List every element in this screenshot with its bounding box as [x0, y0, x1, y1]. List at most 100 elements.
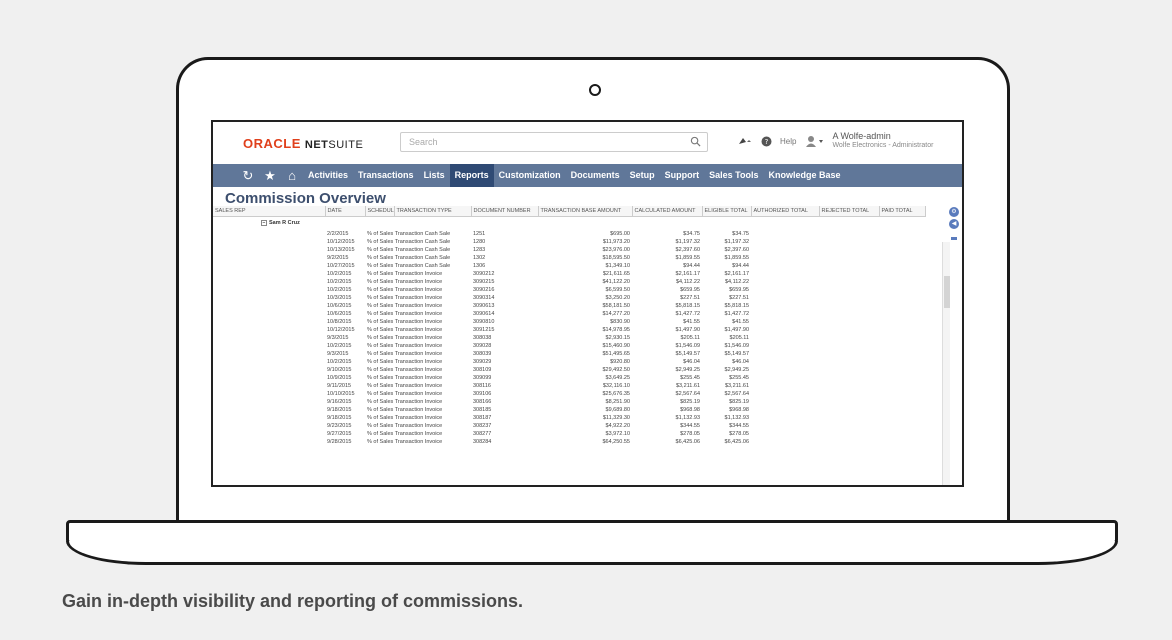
help-icon[interactable]: ? [761, 136, 772, 147]
home-icon[interactable]: ⌂ [281, 168, 303, 183]
table-row[interactable]: 10/12/2015 % of Sales Transaction Cash Sa… [213, 238, 925, 246]
nav-lists[interactable]: Lists [419, 164, 450, 187]
nav-customization[interactable]: Customization [494, 164, 566, 187]
table-cell: $659.95 [680, 287, 700, 293]
table-cell [213, 302, 325, 310]
table-row[interactable]: 10/9/2015% of Sales Transaction Invoice 3… [213, 374, 925, 382]
transaction-type-text: Transaction Invoice [394, 351, 443, 357]
nav-setup[interactable]: Setup [625, 164, 660, 187]
settings-icon[interactable]: ⚙ [949, 207, 959, 217]
table-row[interactable]: 10/12/2015 % of Sales Transaction Invoice… [213, 326, 925, 334]
help-link[interactable]: Help [780, 137, 796, 146]
table-row[interactable]: 10/13/2015 % of Sales Transaction Cash Sa… [213, 246, 925, 254]
recent-icon[interactable]: ↻ [237, 168, 259, 184]
search-icon[interactable] [690, 136, 701, 147]
column-header[interactable]: DOCUMENT NUMBER [471, 206, 539, 217]
table-row[interactable]: 9/28/2015% of Sales Transaction Invoice 3… [213, 438, 925, 446]
table-cell [879, 294, 925, 302]
table-row[interactable]: 10/2/2015% of Sales Transaction Invoice 3… [213, 342, 925, 350]
table-cell: % of Sales Transaction Cash Sale [365, 262, 471, 270]
transaction-type-text: Transaction Invoice [394, 343, 443, 349]
table-cell [879, 390, 925, 398]
nav-sales-tools[interactable]: Sales Tools [704, 164, 763, 187]
table-row[interactable]: 9/18/2015% of Sales Transaction Invoice 3… [213, 406, 925, 414]
table-row[interactable]: 10/10/2015 % of Sales Transaction Invoice… [213, 390, 925, 398]
back-icon[interactable]: ◀ [949, 219, 959, 229]
netsuite-logo[interactable]: ORACLE NETSUITE [243, 136, 363, 151]
nav-transactions[interactable]: Transactions [353, 164, 419, 187]
schedule-text: % of Sales [367, 255, 394, 261]
nav-documents[interactable]: Documents [566, 164, 625, 187]
table-cell: 10/12/2015 [327, 239, 355, 245]
transaction-type-text: Transaction Cash Sale [394, 231, 451, 237]
table-row[interactable]: 9/3/2015% of Sales Transaction Invoice 30… [213, 350, 925, 358]
table-cell: $1,132.93 [675, 415, 700, 421]
scrollbar-thumb[interactable] [944, 276, 950, 308]
table-row[interactable]: 10/3/2015% of Sales Transaction Invoice 3… [213, 294, 925, 302]
nav-activities[interactable]: Activities [303, 164, 353, 187]
table-row[interactable]: 9/11/2015% of Sales Transaction Invoice 3… [213, 382, 925, 390]
table-row[interactable]: 10/2/2015% of Sales Transaction Invoice 3… [213, 278, 925, 286]
transaction-type-text: Transaction Invoice [394, 423, 443, 429]
user-menu[interactable]: A Wolfe-admin Wolfe Electronics - Admini… [832, 132, 933, 150]
transaction-type-text: Transaction Invoice [394, 279, 443, 285]
table-row[interactable]: 10/2/2015% of Sales Transaction Invoice 3… [213, 286, 925, 294]
schedule-text: % of Sales [367, 239, 394, 245]
table-row[interactable]: 9/2/2015 % of Sales Transaction Cash Sale… [213, 254, 925, 262]
table-row[interactable]: 10/27/2015 % of Sales Transaction Cash Sa… [213, 262, 925, 270]
table-cell: % of Sales Transaction Invoice [365, 286, 471, 294]
table-row[interactable]: 9/18/2015% of Sales Transaction Invoice 3… [213, 414, 925, 422]
table-row[interactable]: 10/6/2015% of Sales Transaction Invoice 3… [213, 302, 925, 310]
table-row[interactable]: 9/16/2015% of Sales Transaction Invoice 3… [213, 398, 925, 406]
table-row[interactable]: 10/6/2015% of Sales Transaction Invoice 3… [213, 310, 925, 318]
column-header[interactable]: PAID TOTAL [879, 206, 926, 217]
column-header[interactable]: ELIGIBLE TOTAL [702, 206, 752, 217]
table-cell: $2,161.17 [724, 271, 749, 277]
search-input[interactable]: Search [400, 132, 708, 152]
column-header[interactable]: DATE [325, 206, 366, 217]
nav-reports[interactable]: Reports [449, 164, 494, 187]
panel-toggle[interactable] [951, 237, 957, 240]
sales-rep-group-row[interactable]: − Sam R Cruz [213, 216, 925, 230]
column-header[interactable]: REJECTED TOTAL [819, 206, 880, 217]
column-header[interactable]: CALCULATED AMOUNT [632, 206, 703, 217]
column-header[interactable]: SCHEDULE [365, 206, 395, 217]
table-row[interactable]: 2/2/2015 % of Sales Transaction Cash Sale… [213, 230, 925, 238]
table-cell: $46.04 [732, 359, 749, 365]
column-header[interactable]: TRANSACTION TYPE [394, 206, 472, 217]
column-header[interactable]: TRANSACTION BASE AMOUNT [538, 206, 633, 217]
table-cell: $6,425.06 [724, 439, 749, 445]
table-cell [879, 382, 925, 390]
table-row[interactable]: 10/2/2015% of Sales Transaction Invoice 3… [213, 358, 925, 366]
recent-records-icon[interactable] [737, 135, 753, 147]
column-header[interactable]: AUTHORIZED TOTAL [751, 206, 820, 217]
column-header[interactable]: SALES REP [213, 206, 326, 217]
nav-support[interactable]: Support [660, 164, 705, 187]
table-cell: $830.90 [610, 319, 630, 325]
collapse-icon[interactable]: − [261, 219, 267, 226]
vertical-scrollbar[interactable] [942, 242, 950, 485]
table-cell [879, 350, 925, 358]
table-row[interactable]: 10/2/2015% of Sales Transaction Invoice 3… [213, 270, 925, 278]
table-cell: $227.51 [680, 295, 700, 301]
table-cell: $94.44 [683, 263, 700, 269]
table-row[interactable]: 9/3/2015% of Sales Transaction Invoice 30… [213, 334, 925, 342]
table-cell: $3,211.61 [724, 383, 749, 389]
nav-knowledge-base[interactable]: Knowledge Base [763, 164, 845, 187]
user-avatar-icon[interactable] [804, 135, 824, 147]
table-row[interactable]: 9/27/2015% of Sales Transaction Invoice 3… [213, 430, 925, 438]
schedule-text: % of Sales [367, 423, 394, 429]
table-row[interactable]: 9/10/2015% of Sales Transaction Invoice 3… [213, 366, 925, 374]
table-cell: 10/27/2015 [327, 263, 355, 269]
caption: Gain in-depth visibility and reporting o… [62, 591, 524, 611]
schedule-text: % of Sales [367, 407, 394, 413]
table-cell [751, 310, 819, 318]
table-cell: 1283 [473, 247, 486, 253]
table-cell: 9/2/2015 [327, 255, 349, 261]
table-cell [819, 414, 879, 422]
star-icon[interactable]: ★ [259, 168, 281, 184]
table-cell: 1302 [473, 255, 486, 261]
table-cell: $5,149.57 [724, 351, 749, 357]
table-row[interactable]: 10/8/2015% of Sales Transaction Invoice 3… [213, 318, 925, 326]
table-row[interactable]: 9/23/2015% of Sales Transaction Invoice 3… [213, 422, 925, 430]
